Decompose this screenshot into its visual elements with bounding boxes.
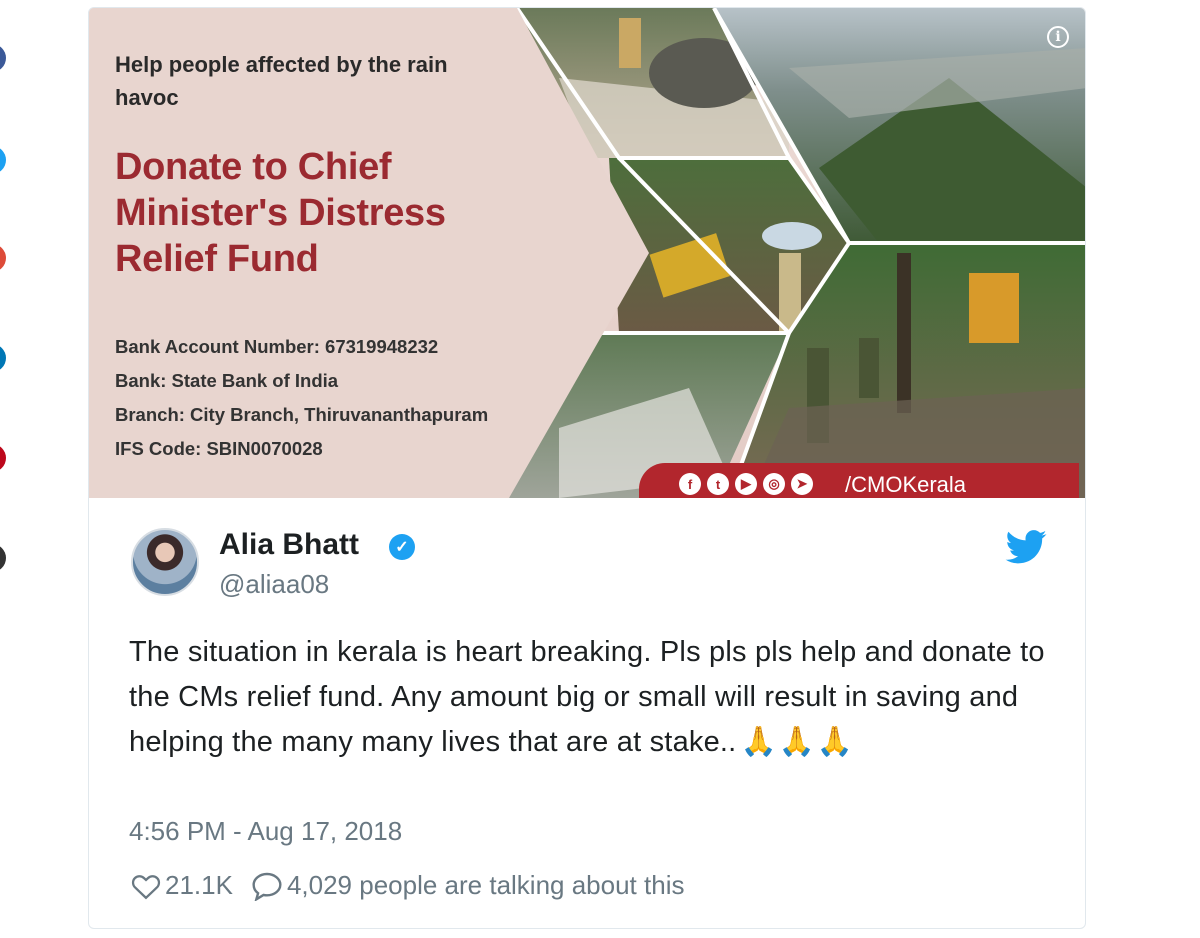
share-google-icon[interactable] — [0, 244, 6, 272]
share-facebook-icon[interactable] — [0, 44, 6, 72]
talking-count[interactable]: 4,029 people are talking about this — [287, 870, 685, 901]
banner-title: Donate to Chief Minister's Distress Reli… — [115, 146, 446, 280]
heart-icon[interactable] — [131, 872, 161, 900]
twitter-bird-icon[interactable] — [1005, 530, 1047, 564]
youtube-icon: ▶ — [735, 473, 757, 495]
bank-branch: Branch: City Branch, Thiruvananthapuram — [115, 404, 489, 425]
like-count[interactable]: 21.1K — [165, 870, 233, 901]
twitter-icon: t — [707, 473, 729, 495]
author-name[interactable]: Alia Bhatt — [219, 528, 359, 562]
verified-badge-icon: ✓ — [389, 534, 415, 560]
share-twitter-icon[interactable] — [0, 146, 6, 174]
ifs-code: IFS Code: SBIN0070028 — [115, 438, 323, 459]
author-handle[interactable]: @aliaa08 — [219, 569, 329, 600]
social-handle: /CMOKerala — [845, 472, 967, 497]
share-pinterest-icon[interactable] — [0, 444, 6, 472]
social-icons: f t ▶ ◎ ➤ — [679, 473, 813, 495]
avatar[interactable] — [131, 528, 199, 596]
instagram-icon: ◎ — [763, 473, 785, 495]
share-more-icon[interactable] — [0, 544, 6, 572]
info-icon[interactable]: i — [1047, 26, 1069, 48]
banner-subtitle: Help people affected by the rain havoc — [115, 52, 448, 110]
telegram-icon: ➤ — [791, 473, 813, 495]
facebook-icon: f — [679, 473, 701, 495]
bank-account-number: Bank Account Number: 67319948232 — [115, 336, 439, 357]
reply-bubble-icon[interactable] — [251, 871, 283, 901]
tweet-image[interactable]: Help people affected by the rain havoc D… — [89, 8, 1085, 498]
tweet-actions: 21.1K 4,029 people are talking about thi… — [131, 870, 684, 901]
tweet-text: The situation in kerala is heart breakin… — [129, 630, 1059, 765]
praying-hands-emoji: 🙏🙏🙏 — [740, 726, 855, 758]
share-linkedin-icon[interactable] — [0, 344, 6, 372]
tweet-body: The situation in kerala is heart breakin… — [129, 636, 1045, 758]
bank-name: Bank: State Bank of India — [115, 370, 339, 391]
bank-details: Bank Account Number: 67319948232 Bank: S… — [115, 330, 585, 466]
tweet-card[interactable]: Help people affected by the rain havoc D… — [88, 7, 1086, 929]
tweet-timestamp[interactable]: 4:56 PM - Aug 17, 2018 — [129, 816, 402, 847]
